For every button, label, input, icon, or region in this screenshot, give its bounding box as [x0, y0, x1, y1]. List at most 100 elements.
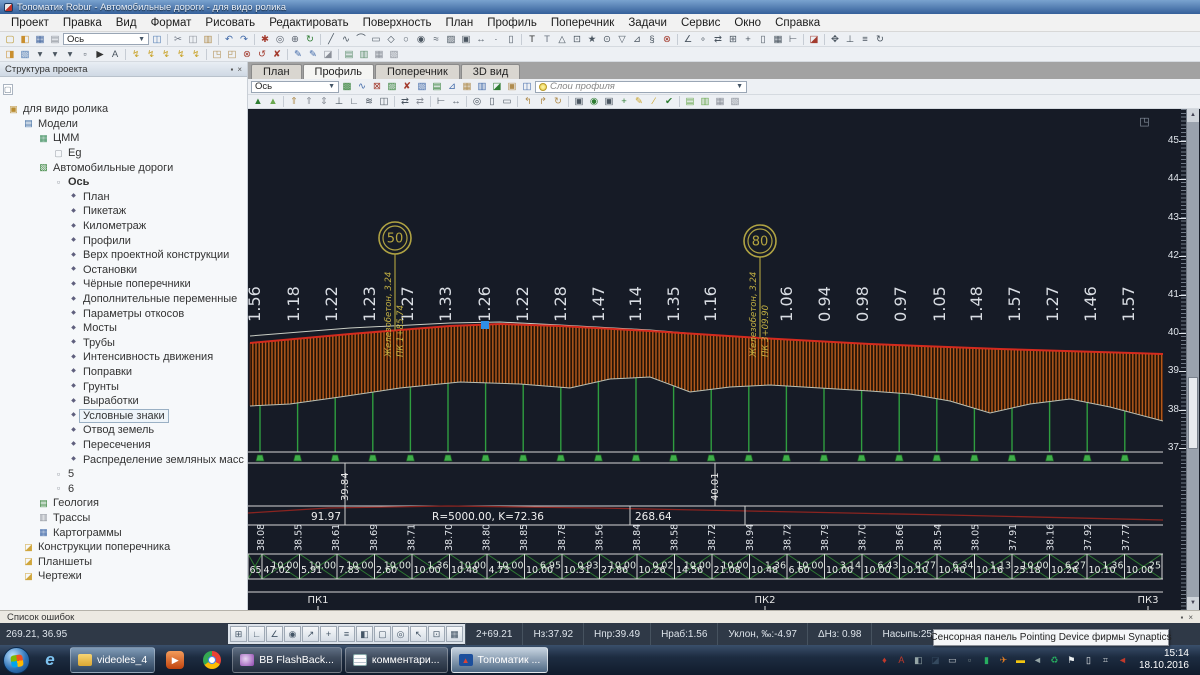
cut-icon[interactable]: ✂: [171, 33, 185, 46]
audio-tray-icon[interactable]: ◄: [1030, 653, 1045, 668]
angle-icon[interactable]: ∠: [681, 33, 695, 46]
table-view-icon[interactable]: ◫: [150, 33, 164, 46]
flask-icon[interactable]: ⊿: [630, 33, 644, 46]
tree-item[interactable]: ◆ Условные знаки: [0, 408, 247, 423]
snap-lineweight-button[interactable]: ≡: [338, 626, 355, 642]
symbol-icon[interactable]: §: [645, 33, 659, 46]
hidden-icons-tray-icon[interactable]: ▫: [962, 653, 977, 668]
snap-otrack-button[interactable]: ↗: [302, 626, 319, 642]
print-preview-icon[interactable]: ▧: [18, 48, 32, 61]
menu-item[interactable]: Вид: [109, 17, 144, 29]
draw-polyline-icon[interactable]: ∿: [339, 33, 353, 46]
edit-up-2-icon[interactable]: ⇑: [302, 95, 316, 108]
open-project-icon[interactable]: ◧: [18, 33, 32, 46]
align-icon[interactable]: ⊥: [843, 33, 857, 46]
doc-wide-icon[interactable]: ▭: [500, 95, 514, 108]
close-icon[interactable]: ×: [1188, 613, 1193, 622]
lock-icon[interactable]: ⊗: [660, 33, 674, 46]
scroll-down-icon[interactable]: ▼: [1187, 597, 1199, 610]
menu-item[interactable]: Поперечник: [544, 17, 622, 29]
sheets-g1-icon[interactable]: ▤: [683, 95, 697, 108]
pencil-1-icon[interactable]: ✎: [291, 48, 305, 61]
text-style-icon[interactable]: T: [540, 33, 554, 46]
add-plus-icon[interactable]: +: [617, 95, 631, 108]
menu-item[interactable]: План: [438, 17, 480, 29]
sheet-1-icon[interactable]: ▤: [342, 48, 356, 61]
tree-item[interactable]: ◪ Конструкции поперечника: [0, 540, 247, 555]
start-button[interactable]: [3, 646, 30, 674]
updater-tray-icon[interactable]: ♻: [1047, 653, 1062, 668]
edit-pair-icon[interactable]: ◫: [377, 95, 391, 108]
edit-perp-icon[interactable]: ⊥: [332, 95, 346, 108]
bin-1-icon[interactable]: ◳: [210, 48, 224, 61]
monitor-tray-icon[interactable]: ▭: [945, 653, 960, 668]
tree-item[interactable]: ◆ Отвод земель: [0, 423, 247, 438]
flash-1-icon[interactable]: ↯: [129, 48, 143, 61]
messenger-tray-icon[interactable]: ◧: [911, 653, 926, 668]
triangle-icon[interactable]: △: [555, 33, 569, 46]
snap-dynamic-button[interactable]: +: [320, 626, 337, 642]
tab-Профиль[interactable]: Профиль: [302, 64, 375, 79]
layer-select-icon[interactable]: ▾: [33, 48, 47, 61]
zoom-lens-icon[interactable]: ◎: [470, 95, 484, 108]
style-select-icon[interactable]: ▾: [48, 48, 62, 61]
move-icon[interactable]: ✥: [828, 33, 842, 46]
profile-export-icon[interactable]: ◫: [520, 80, 534, 93]
export-icon[interactable]: ▤: [48, 33, 62, 46]
open-folder-icon[interactable]: ◨: [3, 48, 17, 61]
node-swap-1-icon[interactable]: ⇄: [398, 95, 412, 108]
nodes-icon[interactable]: ∘: [696, 33, 710, 46]
menu-item[interactable]: Профиль: [480, 17, 544, 29]
select-window-icon[interactable]: ▫: [78, 48, 92, 61]
menu-item[interactable]: Сервис: [674, 17, 727, 29]
profile-table-icon[interactable]: ▦: [460, 80, 474, 93]
save-icon[interactable]: ▦: [33, 33, 47, 46]
explorer-videoles-taskbar-button[interactable]: videoles_4: [70, 647, 156, 673]
box-n1-icon[interactable]: ▣: [572, 95, 586, 108]
taskbar-clock[interactable]: 15:14 18.10.2016: [1139, 648, 1189, 673]
draw-point-icon[interactable]: ·: [489, 33, 503, 46]
tree-item[interactable]: ▫ 6: [0, 481, 247, 496]
draw-rect-icon[interactable]: ▭: [369, 33, 383, 46]
scrollbar-thumb[interactable]: [1188, 377, 1198, 449]
bin-2-icon[interactable]: ◰: [225, 48, 239, 61]
linetype-select-icon[interactable]: ▾: [63, 48, 77, 61]
measure-1-icon[interactable]: ⊢: [434, 95, 448, 108]
tree-item[interactable]: ◆ Выработки: [0, 394, 247, 409]
star-icon[interactable]: ★: [585, 33, 599, 46]
tree-item[interactable]: ◆ Остановки: [0, 263, 247, 278]
profile-axis-combo[interactable]: Ось ▼: [251, 80, 339, 93]
draw-frame-icon[interactable]: ▯: [504, 33, 518, 46]
scroll-up-icon[interactable]: ▲: [1187, 109, 1199, 122]
menu-item[interactable]: Формат: [144, 17, 199, 29]
delete-red-icon[interactable]: ⊗: [240, 48, 254, 61]
tree-item[interactable]: ◆ Пикетаж: [0, 204, 247, 219]
power-meter-tray-icon[interactable]: ▬: [1013, 653, 1028, 668]
volume-red-tray-icon[interactable]: ◄: [1115, 653, 1130, 668]
tab-3D вид[interactable]: 3D вид: [460, 64, 521, 79]
ruler-slant-icon[interactable]: ∕: [647, 95, 661, 108]
sheets-g2-icon[interactable]: ▥: [698, 95, 712, 108]
check-green-icon[interactable]: ✔: [662, 95, 676, 108]
profile-marks-icon[interactable]: ◪: [490, 80, 504, 93]
tree-item[interactable]: ▤ Геология: [0, 496, 247, 511]
text-icon[interactable]: T: [525, 33, 539, 46]
profile-grid-icon[interactable]: ▤: [430, 80, 444, 93]
edit-corner-icon[interactable]: ∟: [347, 95, 361, 108]
zoom-all-icon[interactable]: ⊕: [288, 33, 302, 46]
axis-combo[interactable]: Ось ▼: [63, 33, 149, 45]
draw-ring-icon[interactable]: ◉: [414, 33, 428, 46]
new-document-icon[interactable]: ▢: [3, 33, 17, 46]
labels-icon[interactable]: A: [108, 48, 122, 61]
copy-icon[interactable]: ◫: [186, 33, 200, 46]
select-target-button[interactable]: ◎: [392, 626, 409, 642]
chart-icon[interactable]: ▦: [771, 33, 785, 46]
regen-icon[interactable]: ↻: [303, 33, 317, 46]
tab-План[interactable]: План: [251, 64, 302, 79]
profile-surface-icon[interactable]: ▩: [340, 80, 354, 93]
profile-design-icon[interactable]: ▧: [415, 80, 429, 93]
bb-flashback-taskbar-button[interactable]: BB FlashBack...: [232, 647, 342, 673]
tree-item[interactable]: ▤ Модели: [0, 117, 247, 132]
menu-item[interactable]: Задачи: [621, 17, 674, 29]
snap-icon[interactable]: ✱: [258, 33, 272, 46]
